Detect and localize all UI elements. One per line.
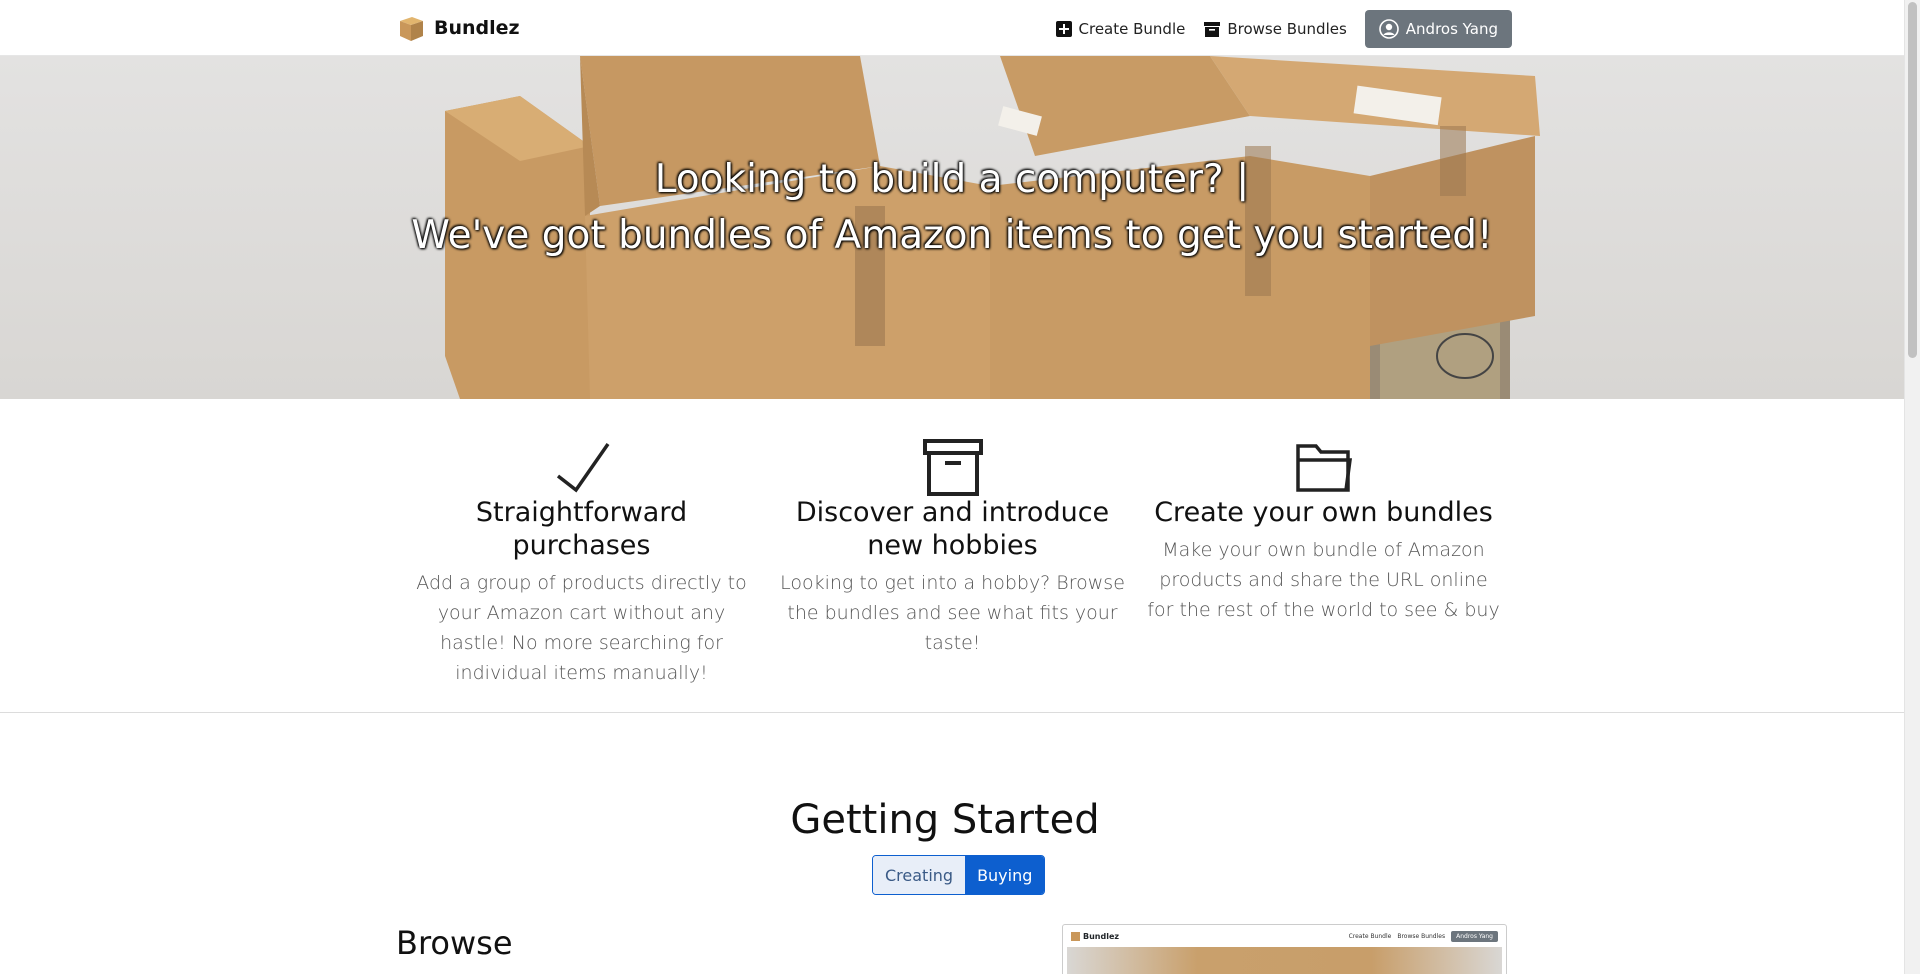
preview-navbar: Bundlez Create Bundle Browse Bundles And…: [1063, 925, 1506, 947]
feature-description: Add a group of products directly to your…: [416, 572, 747, 684]
screenshot-preview: Bundlez Create Bundle Browse Bundles And…: [1062, 924, 1507, 974]
preview-hero-image: [1067, 947, 1502, 974]
feature-title: Discover and introduce new hobbies: [795, 497, 1110, 561]
navbar: Bundlez Create Bundle Browse Bundles And…: [0, 0, 1904, 56]
brand-name: Bundlez: [434, 17, 520, 39]
brand-logo-link[interactable]: Bundlez: [396, 12, 520, 44]
getting-started-toggle: Creating Buying: [872, 855, 1046, 895]
hero-banner: Looking to build a computer? | We've got…: [0, 56, 1904, 399]
user-menu-button[interactable]: Andros Yang: [1364, 10, 1512, 48]
nav-links: Create Bundle Browse Bundles Andros Yang: [1055, 10, 1512, 48]
getting-started-title: Getting Started: [790, 797, 1100, 843]
preview-brand: Bundlez: [1071, 931, 1120, 941]
preview-links: Create Bundle Browse Bundles Andros Yang: [1348, 930, 1498, 942]
user-name: Andros Yang: [1405, 20, 1498, 38]
preview-box-icon: [1071, 931, 1080, 941]
feature-create-bundles: Create your own bundles Make your own bu…: [1138, 438, 1509, 688]
hero-line-1: Looking to build a computer? |: [654, 157, 1250, 202]
preview-browse-link: Browse Bundles: [1397, 932, 1446, 940]
section-divider: [0, 712, 1904, 713]
feature-description: Make your own bundle of Amazon products …: [1147, 539, 1500, 621]
create-bundle-link[interactable]: Create Bundle: [1055, 20, 1186, 38]
archive-box-icon: [922, 439, 983, 496]
archive-icon: [1204, 22, 1221, 37]
plus-square-icon: [1055, 21, 1072, 37]
box-logo-icon: [400, 17, 423, 41]
hero-headline: Looking to build a computer? | We've got…: [0, 152, 1904, 264]
buying-toggle-button[interactable]: Buying: [965, 856, 1045, 894]
user-avatar-icon: [1378, 19, 1399, 39]
folder-icon: [1295, 444, 1352, 492]
feature-description: Looking to get into a hobby? Browse the …: [780, 572, 1125, 654]
feature-title: Create your own bundles: [1154, 497, 1493, 528]
feature-straightforward-purchases: Straightforward purchases Add a group of…: [396, 438, 767, 688]
preview-create-link: Create Bundle: [1348, 932, 1392, 940]
create-bundle-label: Create Bundle: [1078, 20, 1186, 38]
creating-toggle-button[interactable]: Creating: [873, 856, 966, 894]
feature-discover-hobbies: Discover and introduce new hobbies Looki…: [767, 438, 1138, 688]
hero-line-2: We've got bundles of Amazon items to get…: [411, 213, 1493, 258]
scrollbar-thumb[interactable]: [1908, 2, 1917, 358]
browse-heading: Browse: [396, 924, 513, 962]
browse-bundles-link[interactable]: Browse Bundles: [1203, 20, 1347, 38]
page-scrollbar[interactable]: [1904, 0, 1920, 974]
browse-bundles-label: Browse Bundles: [1227, 20, 1347, 38]
features-row: Straightforward purchases Add a group of…: [396, 438, 1509, 688]
feature-title: Straightforward purchases: [475, 497, 688, 561]
preview-brand-name: Bundlez: [1083, 931, 1120, 941]
preview-user-button: Andros Yang: [1451, 930, 1498, 942]
checkmark-icon: [556, 443, 609, 493]
